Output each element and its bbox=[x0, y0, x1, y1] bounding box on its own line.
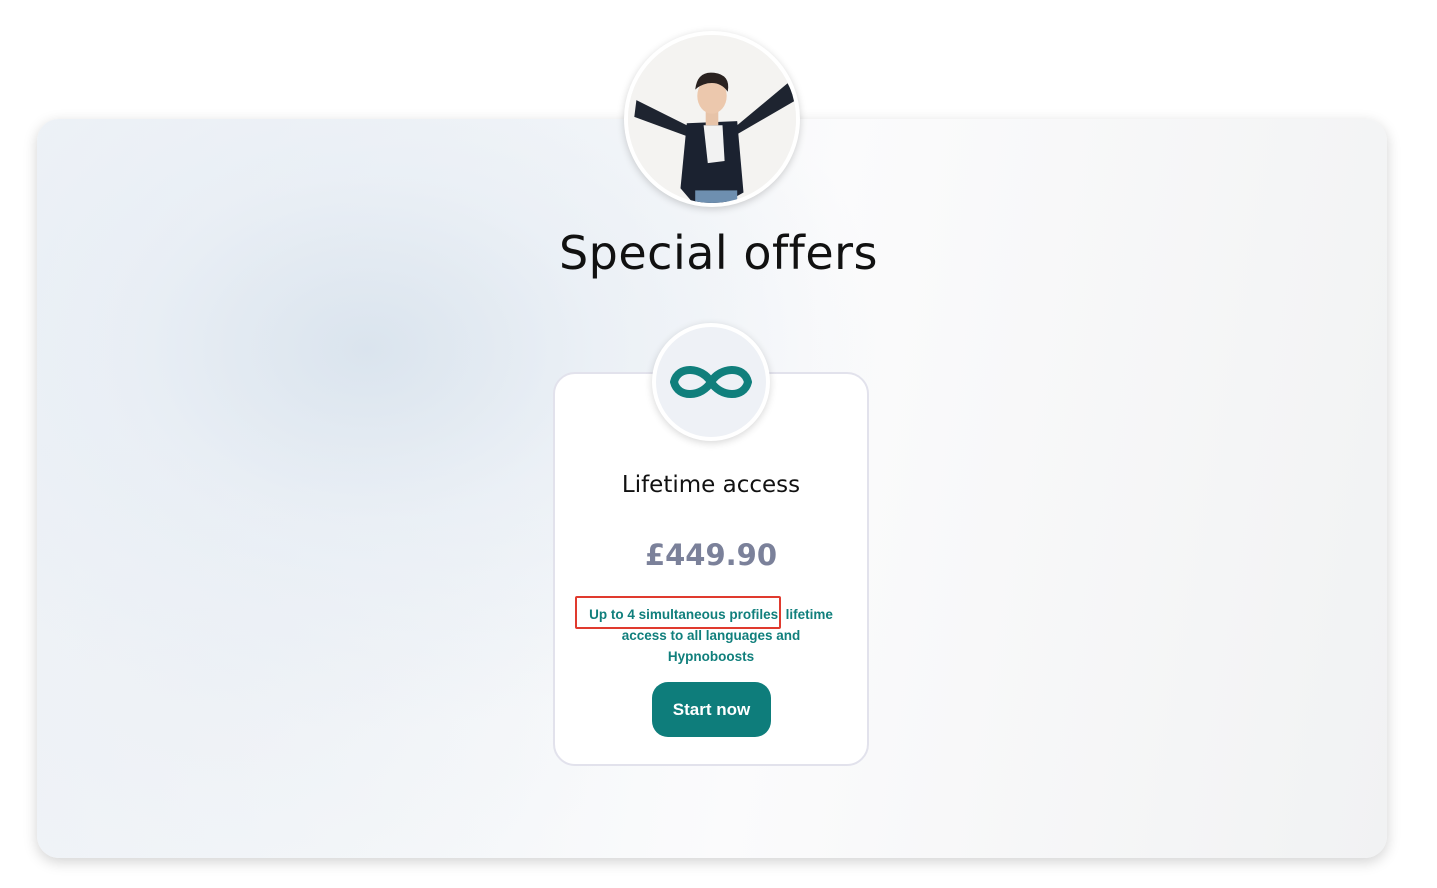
offer-title: Lifetime access bbox=[621, 472, 801, 498]
offer-description-highlight: Up to 4 simultaneous profiles bbox=[589, 607, 779, 622]
page-title: Special offers bbox=[558, 226, 879, 280]
offer-price: £449.90 bbox=[644, 538, 778, 572]
infinity-badge bbox=[652, 323, 770, 441]
offer-description: Up to 4 simultaneous profiles, lifetime … bbox=[580, 604, 842, 667]
infinity-icon bbox=[670, 366, 752, 398]
avatar bbox=[624, 31, 800, 207]
person-photo-icon bbox=[628, 35, 796, 203]
start-now-button[interactable]: Start now bbox=[652, 682, 771, 737]
